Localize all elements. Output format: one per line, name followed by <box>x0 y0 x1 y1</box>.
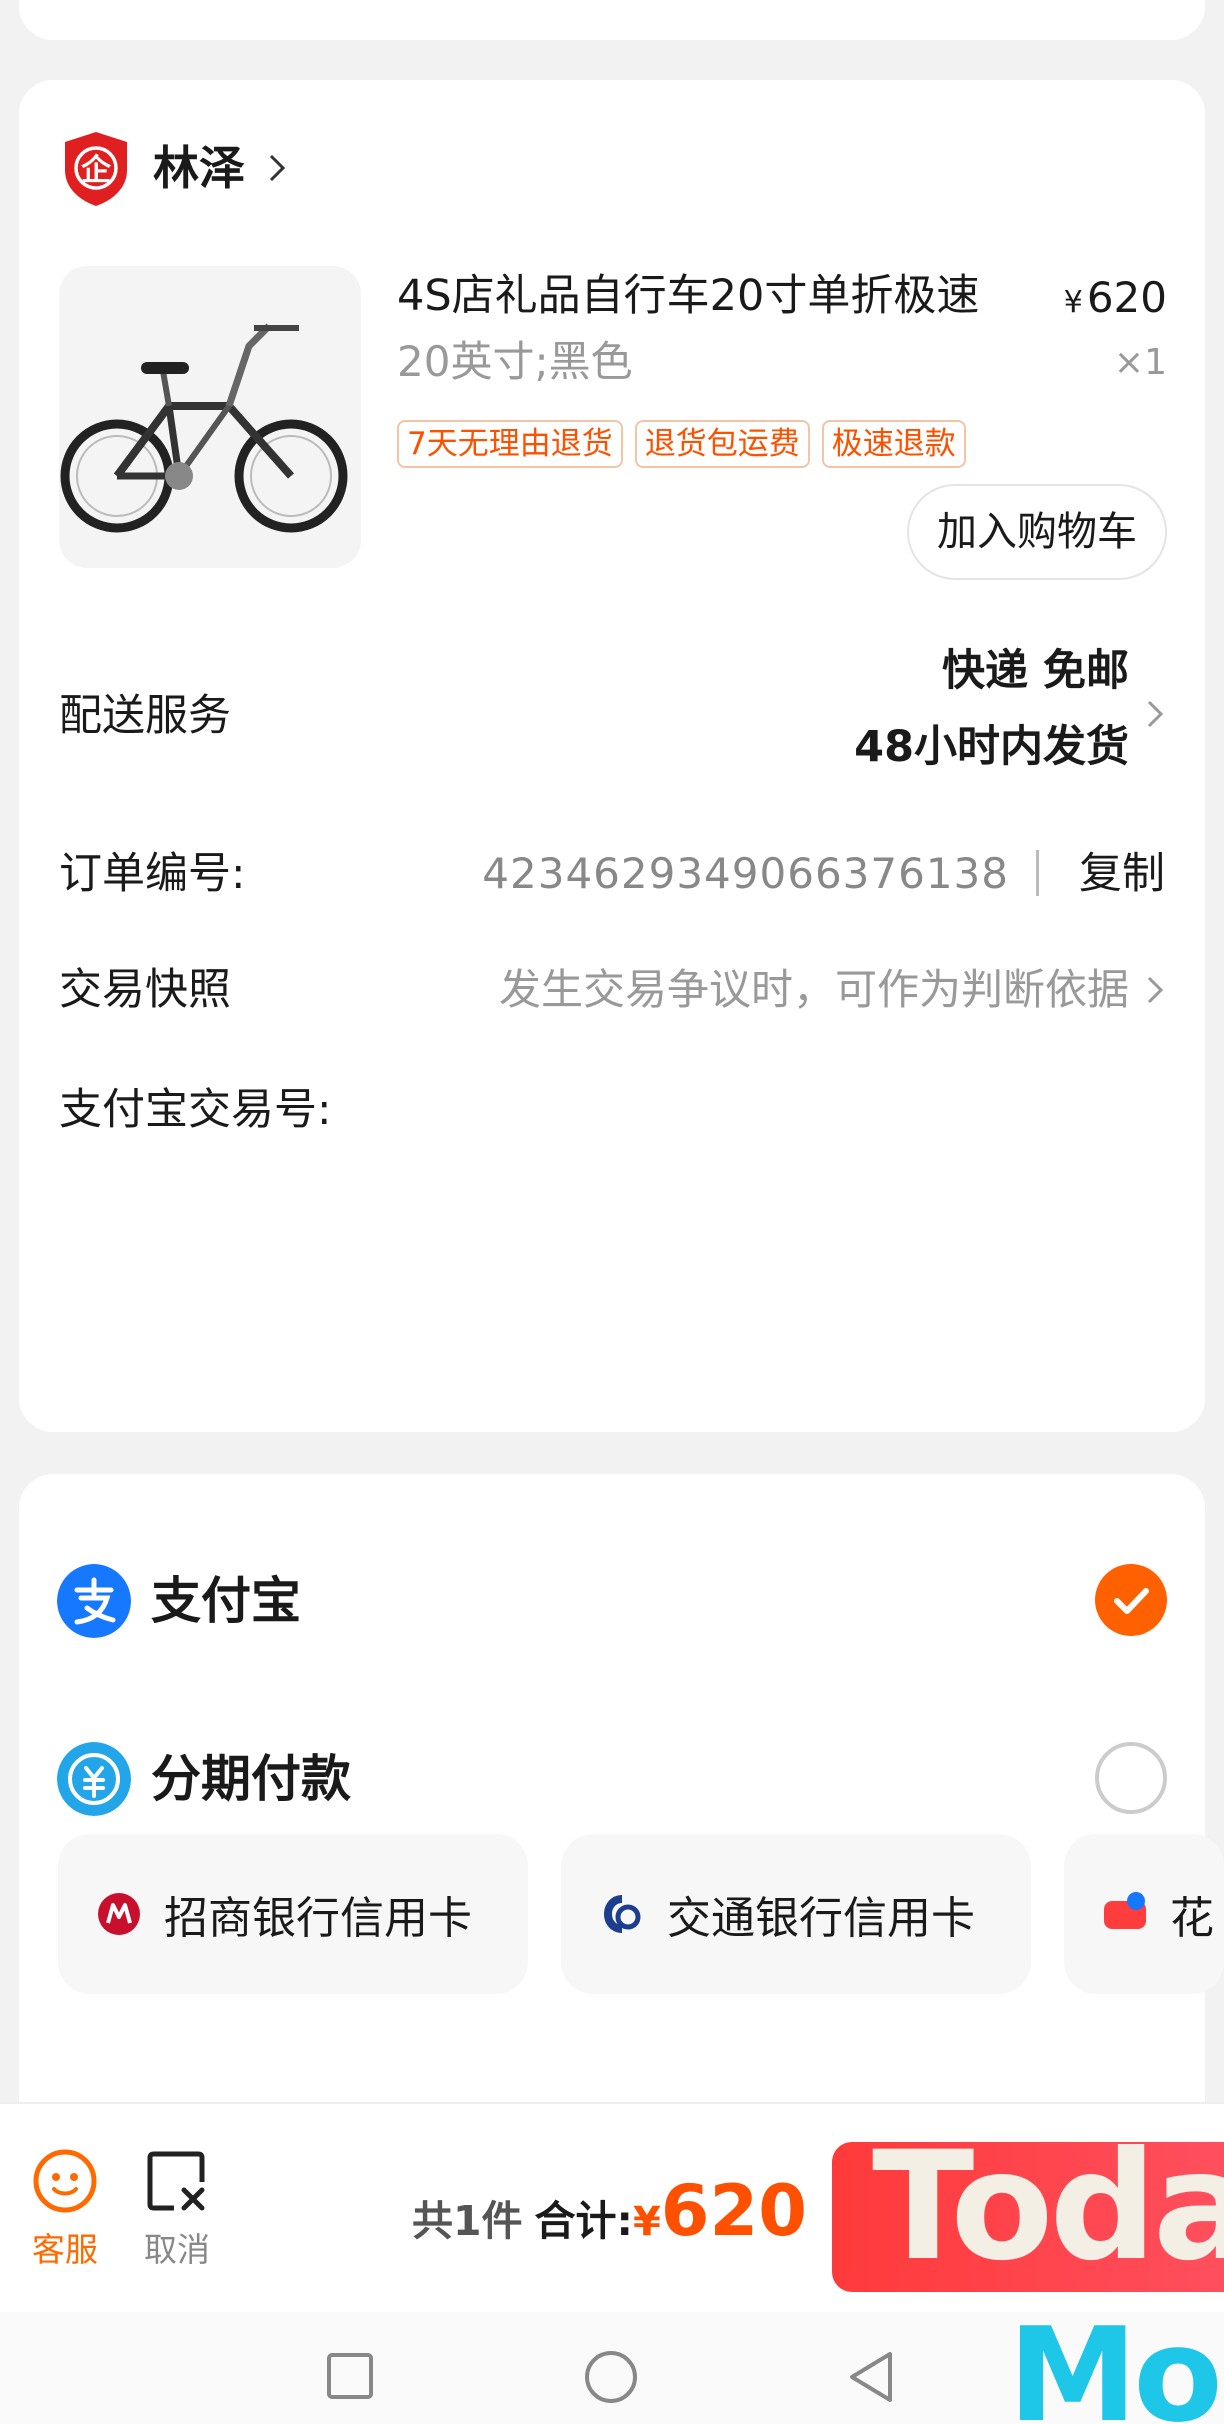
bank-option-huabei[interactable]: 花 <box>1064 1834 1224 1994</box>
chevron-right-icon[interactable] <box>1143 694 1167 734</box>
divider <box>1036 850 1039 896</box>
cancel-order-icon[interactable] <box>144 2148 208 2214</box>
huabei-installment-icon <box>1104 1892 1146 1929</box>
total-label: 合计: <box>534 2197 633 2245</box>
tag-7day-return: 7天无理由退货 <box>397 420 623 468</box>
shop-badge-glyph: 企 <box>81 153 112 188</box>
recent-apps-icon[interactable] <box>326 2352 374 2400</box>
bank-option-bocom[interactable]: 交通银行信用卡 <box>561 1834 1031 1994</box>
tag-fast-refund: 极速退款 <box>821 420 966 468</box>
bank-option-label: 交通银行信用卡 <box>667 1893 975 1944</box>
bank-option-label: 花 <box>1170 1893 1214 1944</box>
product-quantity: ×1 <box>1113 342 1167 383</box>
product-image[interactable] <box>59 266 361 568</box>
payment-card: 支付宝 分期付款 <box>19 1474 1205 2174</box>
chevron-right-icon[interactable] <box>265 148 291 188</box>
delivery-label: 配送服务 <box>59 691 231 741</box>
home-icon[interactable] <box>584 2350 638 2404</box>
delivery-time[interactable]: 48小时内发货 <box>854 716 1129 778</box>
overlay-sticker-text: Toda <box>872 2142 1224 2292</box>
product-spec: 20英寸;黑色 <box>397 337 633 386</box>
bicycle-icon <box>60 323 348 533</box>
back-icon[interactable] <box>846 2350 896 2404</box>
add-to-cart-button[interactable]: 加入购物车 <box>907 484 1167 580</box>
alipay-radio-checked[interactable] <box>1095 1564 1167 1636</box>
cancel-label[interactable]: 取消 <box>144 2228 210 2272</box>
product-title[interactable]: 4S店礼品自行车20寸单折极速 <box>397 266 979 326</box>
total-currency: ¥ <box>632 2199 661 2245</box>
installment-option-label[interactable]: 分期付款 <box>151 1744 351 1814</box>
chevron-right-icon[interactable] <box>1143 970 1167 1010</box>
overlay-sticker-text: Mor <box>1008 2299 1224 2424</box>
shop-name[interactable]: 林泽 <box>153 138 245 198</box>
order-total: 共1件 合计: ¥ 620 <box>412 2170 807 2252</box>
order-number-label: 订单编号: <box>59 849 246 899</box>
tag-free-return-shipping: 退货包运费 <box>634 420 810 468</box>
checkmark-icon <box>1114 1588 1149 1614</box>
shop-badge-icon: 企 <box>65 132 127 206</box>
delivery-method[interactable]: 快递 免邮 <box>942 640 1129 702</box>
total-amount: 620 <box>660 2170 807 2252</box>
installment-radio[interactable] <box>1095 1742 1167 1814</box>
price-currency: ¥ <box>1063 285 1083 320</box>
customer-service-label[interactable]: 客服 <box>32 2228 98 2272</box>
installment-icon <box>57 1742 131 1816</box>
order-card: 企 林泽 4S店礼品自行车20寸单折极速 ¥620 20英寸;黑色 ×1 7天无… <box>19 80 1205 1432</box>
alipay-option-label[interactable]: 支付宝 <box>151 1566 301 1636</box>
item-count: 共1件 <box>412 2197 523 2245</box>
customer-service-icon[interactable] <box>32 2148 98 2214</box>
alipay-icon <box>57 1564 131 1638</box>
snapshot-description[interactable]: 发生交易争议时，可作为判断依据 <box>499 960 1129 1020</box>
bank-option-label: 招商银行信用卡 <box>164 1893 472 1944</box>
bank-option-cmb[interactable]: 招商银行信用卡 <box>58 1834 528 1994</box>
order-number-value: 4234629349066376138 <box>482 849 1009 898</box>
service-tags: 7天无理由退货 退货包运费 极速退款 <box>397 420 966 468</box>
copy-order-number-button[interactable]: 复制 <box>1079 844 1165 904</box>
price-value: 620 <box>1086 273 1167 322</box>
bottom-action-bar: 客服 取消 共1件 合计: ¥ 620 Toda <box>0 2102 1224 2312</box>
pay-button[interactable]: Toda <box>832 2142 1224 2292</box>
cmb-bank-icon <box>98 1893 140 1935</box>
previous-card <box>19 0 1205 40</box>
product-price: ¥620 <box>1064 270 1167 331</box>
bocom-bank-icon <box>604 1895 641 1933</box>
alipay-trade-number-label: 支付宝交易号: <box>59 1085 332 1135</box>
system-navigation-bar: Mor <box>0 2300 1224 2424</box>
snapshot-label: 交易快照 <box>59 965 231 1015</box>
